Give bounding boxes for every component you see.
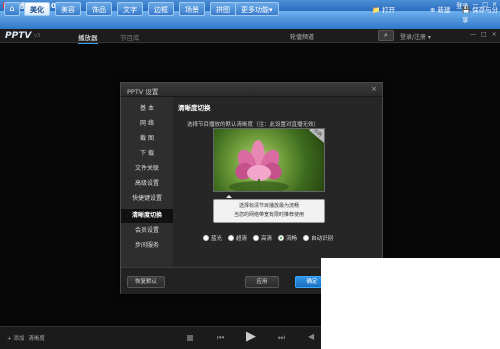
sidebar-item-vip[interactable]: 会员设置: [121, 224, 173, 238]
channel-label: 轮值频道: [290, 34, 315, 41]
open-label: 打开: [382, 6, 396, 14]
tab-text[interactable]: 文字: [117, 2, 143, 16]
lotus-flower-icon: [229, 140, 289, 191]
dialog-title: PPTV 设置: [127, 88, 159, 96]
content-title: 清晰度切换: [178, 104, 211, 112]
next-icon[interactable]: ⏭: [278, 333, 285, 343]
radio-label: 超清: [236, 236, 248, 242]
sidebar-item-screenshot[interactable]: 截 图: [121, 132, 173, 146]
playlist-controls: + 添加 清晰度: [7, 334, 45, 342]
resolution-tooltip: 选择标清节目播放最为流畅 当您的网络带宽有限时推荐使用: [213, 195, 325, 223]
radio-dot[interactable]: [253, 235, 260, 241]
radio-label: 流畅: [286, 236, 298, 242]
tab-scene[interactable]: 场景: [179, 2, 205, 16]
radio-smooth[interactable]: 流畅: [278, 234, 297, 242]
sidebar-item-download[interactable]: 下 载: [121, 147, 173, 161]
new-button[interactable]: ⊕ 新建: [430, 4, 451, 14]
open-button[interactable]: 📁 打开: [372, 4, 395, 14]
tab-decor[interactable]: 饰品: [86, 2, 112, 16]
restore-defaults-button[interactable]: 恢复默认: [127, 276, 165, 288]
pptv-minimize-icon[interactable]: —: [470, 31, 476, 38]
dialog-titlebar: [121, 83, 382, 97]
preview-image: 示例: [213, 128, 325, 192]
previous-icon[interactable]: ⏮: [217, 333, 224, 343]
add-button[interactable]: + 添加: [7, 334, 24, 342]
tab-face[interactable]: 美容: [55, 2, 81, 16]
tab-frame[interactable]: 边框: [148, 2, 174, 16]
add-label: 添加: [13, 336, 25, 342]
pptv-close-icon[interactable]: ×: [492, 31, 497, 38]
radio-dot[interactable]: [303, 235, 310, 241]
radio-label: 蓝光: [211, 236, 223, 242]
sidebar-item-hotkeys[interactable]: 快捷键设置: [121, 192, 173, 206]
tab-more[interactable]: 更多功能▾: [235, 2, 279, 16]
tooltip-line1: 选择标清节目播放最为流畅: [238, 203, 299, 209]
radio-label: 高清: [261, 236, 273, 242]
stop-icon[interactable]: [187, 335, 193, 341]
home-icon[interactable]: ⌂: [4, 2, 20, 16]
login-dropdown[interactable]: 登录/注册 ▾: [400, 32, 431, 41]
play-icon[interactable]: ▶: [246, 329, 256, 344]
radio-bluray[interactable]: 蓝光: [203, 234, 222, 242]
radio-dot[interactable]: [228, 235, 235, 241]
tab-player[interactable]: 播放器: [78, 32, 98, 44]
dialog-close-icon[interactable]: ×: [371, 85, 377, 93]
radio-dot[interactable]: [203, 235, 209, 241]
radio-super[interactable]: 超清: [228, 234, 247, 242]
radio-label: 自动识别: [311, 236, 334, 242]
sidebar-item-network[interactable]: 网 络: [121, 117, 173, 131]
search-icon[interactable]: ⌕: [378, 30, 394, 41]
new-label: 新建: [437, 6, 451, 14]
sidebar-item-advanced[interactable]: 高级设置: [121, 177, 173, 191]
save-label: 保存与分享: [462, 6, 499, 24]
pptv-window-controls: — □ ×: [470, 31, 497, 38]
radio-high[interactable]: 高清: [253, 234, 272, 242]
pptv-logo: PPTV: [5, 31, 32, 41]
content-description: 选择节目播放的默认清晰度（注：此设置对直播无效）: [187, 122, 320, 128]
sidebar-item-file-assoc[interactable]: 文件关联: [121, 162, 173, 176]
sidebar-item-basic[interactable]: 基 本: [121, 102, 173, 116]
tab-beautify[interactable]: 美化: [24, 2, 50, 16]
apply-button[interactable]: 应用: [245, 276, 279, 288]
pptv-maximize-icon[interactable]: □: [481, 31, 487, 38]
tab-library[interactable]: 节目库: [120, 32, 140, 42]
volume-icon[interactable]: ◀: [308, 332, 314, 341]
sidebar-item-service[interactable]: 步间服务: [121, 239, 173, 253]
sidebar-item-resolution[interactable]: 清晰度切换: [121, 209, 173, 223]
save-share-button[interactable]: 💾 保存与分享: [462, 4, 500, 24]
blank-overlay: [321, 258, 500, 349]
resolution-button[interactable]: 清晰度: [28, 334, 45, 342]
radio-dot[interactable]: [278, 235, 285, 241]
tab-collage[interactable]: 拼图: [210, 2, 236, 16]
tooltip-line2: 当您的网络带宽有限时推荐使用: [233, 212, 304, 218]
pptv-version: v3: [34, 33, 41, 39]
radio-auto[interactable]: 自动识别: [303, 234, 333, 242]
resolution-options: 蓝光 超清 高清 流畅 自动识别: [203, 234, 333, 242]
